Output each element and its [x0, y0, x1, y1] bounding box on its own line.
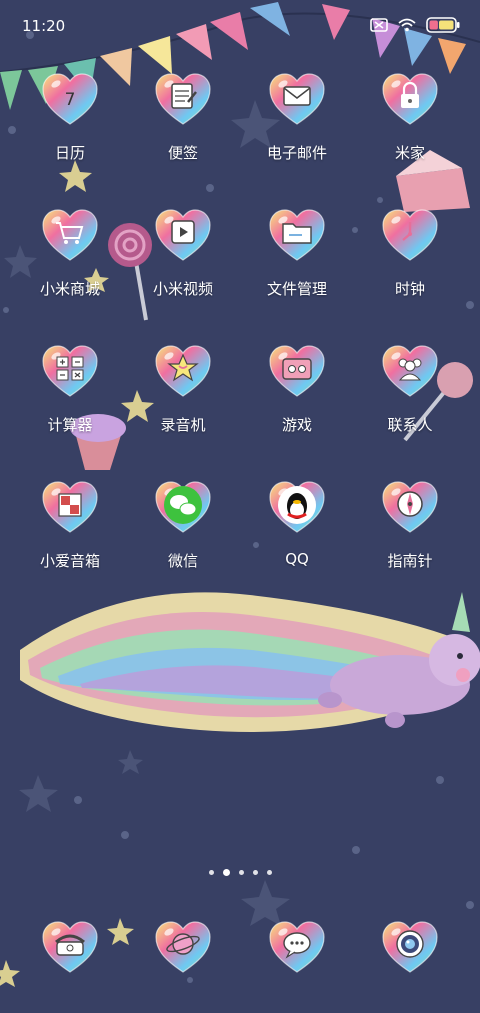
page-dot[interactable] [266, 870, 272, 875]
contacts-icon [381, 344, 439, 398]
page-dot[interactable] [238, 870, 244, 875]
status-bar: 11:20 [0, 0, 480, 52]
app-label: 游戏 [281, 416, 312, 434]
video-play-icon [154, 208, 212, 262]
app-calendar[interactable]: 7 日历 [18, 72, 122, 190]
app-shopping-cart[interactable]: 小米商城 [18, 208, 122, 326]
clock-icon [381, 208, 439, 262]
app-folder[interactable]: 文件管理 [245, 208, 349, 326]
dock [0, 920, 480, 980]
app-game-cassette[interactable]: 游戏 [245, 344, 349, 462]
app-label: 便签 [167, 144, 198, 162]
messages-icon [268, 920, 326, 974]
dock-phone[interactable] [18, 920, 122, 980]
app-wechat[interactable]: 微信 [131, 480, 235, 598]
camera-icon [381, 920, 439, 974]
page-dot[interactable] [252, 870, 258, 875]
app-label: 时钟 [394, 280, 425, 298]
dock-messages[interactable] [245, 920, 349, 980]
game-cassette-icon [268, 344, 326, 398]
app-label: 计算器 [47, 416, 93, 434]
calendar-date: 7 [65, 90, 76, 110]
app-label: 指南针 [387, 552, 433, 570]
app-label: 小米视频 [152, 280, 213, 298]
notes-icon [154, 72, 212, 126]
app-qq-penguin[interactable]: QQ [245, 480, 349, 598]
app-label: 日历 [54, 144, 85, 162]
recorder-icon [154, 344, 212, 398]
app-label: 小爱音箱 [39, 552, 100, 570]
app-label: 微信 [167, 552, 198, 570]
wechat-icon [154, 480, 212, 534]
page-dot[interactable] [208, 870, 214, 875]
app-mail[interactable]: 电子邮件 [245, 72, 349, 190]
phone-icon [41, 920, 99, 974]
page-dot-active[interactable] [222, 869, 230, 876]
app-clock[interactable]: 时钟 [358, 208, 462, 326]
app-label: 文件管理 [266, 280, 327, 298]
mijia-lock-icon [381, 72, 439, 126]
calendar-icon: 7 [41, 72, 99, 126]
app-mijia-lock[interactable]: 米家 [358, 72, 462, 190]
folder-icon [268, 208, 326, 262]
wifi-icon [398, 18, 416, 32]
page-indicator[interactable] [0, 869, 480, 876]
sim-blocked-icon [370, 18, 388, 32]
browser-planet-icon [154, 920, 212, 974]
dock-camera[interactable] [358, 920, 462, 980]
app-recorder[interactable]: 录音机 [131, 344, 235, 462]
qq-penguin-icon [268, 480, 326, 534]
compass-icon [381, 480, 439, 534]
shopping-cart-icon [41, 208, 99, 262]
app-calculator[interactable]: 计算器 [18, 344, 122, 462]
mail-icon [268, 72, 326, 126]
app-video-play[interactable]: 小米视频 [131, 208, 235, 326]
app-label: 录音机 [160, 416, 206, 434]
app-xiaoai-speaker[interactable]: 小爱音箱 [18, 480, 122, 598]
xiaoai-speaker-icon [41, 480, 99, 534]
battery-icon [426, 17, 460, 33]
calculator-icon [41, 344, 99, 398]
app-notes[interactable]: 便签 [131, 72, 235, 190]
status-icons [370, 17, 460, 33]
app-label: QQ [285, 550, 309, 568]
dock-browser-planet[interactable] [131, 920, 235, 980]
app-label: 米家 [394, 144, 425, 162]
app-label: 联系人 [387, 416, 433, 434]
status-time: 11:20 [22, 17, 66, 35]
app-compass[interactable]: 指南针 [358, 480, 462, 598]
app-label: 小米商城 [39, 280, 100, 298]
app-contacts[interactable]: 联系人 [358, 344, 462, 462]
app-label: 电子邮件 [266, 144, 327, 162]
